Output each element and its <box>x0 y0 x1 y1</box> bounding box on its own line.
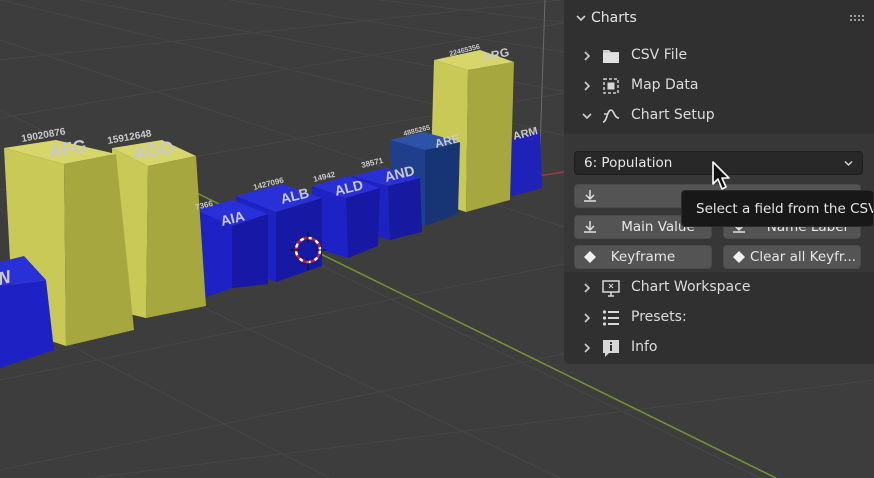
info-icon <box>603 340 619 357</box>
keyframe-diamond-icon <box>733 251 745 263</box>
chevron-right-icon <box>584 343 591 353</box>
keyframe-button[interactable]: Keyframe <box>574 245 712 269</box>
chevron-right-icon <box>584 283 591 293</box>
tooltip: Select a field from the CSV <box>681 190 874 227</box>
bar-arg-side <box>466 62 514 212</box>
clear-keyframes-label: Clear all Keyfr... <box>750 249 857 265</box>
list-icon <box>602 310 619 326</box>
section-label: Info <box>631 339 658 355</box>
import-icon <box>584 221 596 233</box>
section-csv-file[interactable]: CSV File <box>564 41 874 71</box>
bar-are-side <box>425 142 460 226</box>
section-label: Map Data <box>631 77 699 93</box>
tooltip-text: Select a field from the CSV <box>696 201 874 217</box>
section-info[interactable]: Info <box>564 333 874 363</box>
charts-panel-header[interactable]: Charts <box>564 4 874 34</box>
chevron-down-icon <box>844 160 853 167</box>
folder-icon <box>603 50 619 63</box>
section-label: Chart Workspace <box>631 279 751 295</box>
keyframe-label: Keyframe <box>610 249 676 265</box>
panel-title: Charts <box>591 10 637 26</box>
mouse-pointer-icon <box>712 161 730 190</box>
chevron-right-icon <box>584 313 591 323</box>
map-data-icon <box>603 78 619 94</box>
section-chart-workspace[interactable]: Chart Workspace <box>564 273 874 303</box>
bar-and-side <box>388 178 422 240</box>
section-map-data[interactable]: Map Data <box>564 71 874 101</box>
curve-icon <box>602 109 620 123</box>
section-chart-setup[interactable]: Chart Setup <box>564 101 874 131</box>
drag-grip-icon[interactable] <box>850 15 864 23</box>
section-label: Chart Setup <box>631 107 715 123</box>
field-select-value: 6: Population <box>584 155 673 171</box>
chevron-right-icon <box>584 81 591 91</box>
chevron-right-icon <box>584 51 591 61</box>
chevron-down-icon <box>576 15 586 22</box>
clear-keyframes-button[interactable]: Clear all Keyfr... <box>723 245 861 269</box>
section-presets[interactable]: Presets: <box>564 303 874 333</box>
monitor-icon <box>602 280 620 297</box>
bar-ago-side <box>146 156 206 318</box>
section-label: CSV File <box>631 47 688 63</box>
import-icon <box>584 190 596 202</box>
section-label: Presets: <box>631 309 687 325</box>
chevron-down-icon <box>582 113 592 120</box>
